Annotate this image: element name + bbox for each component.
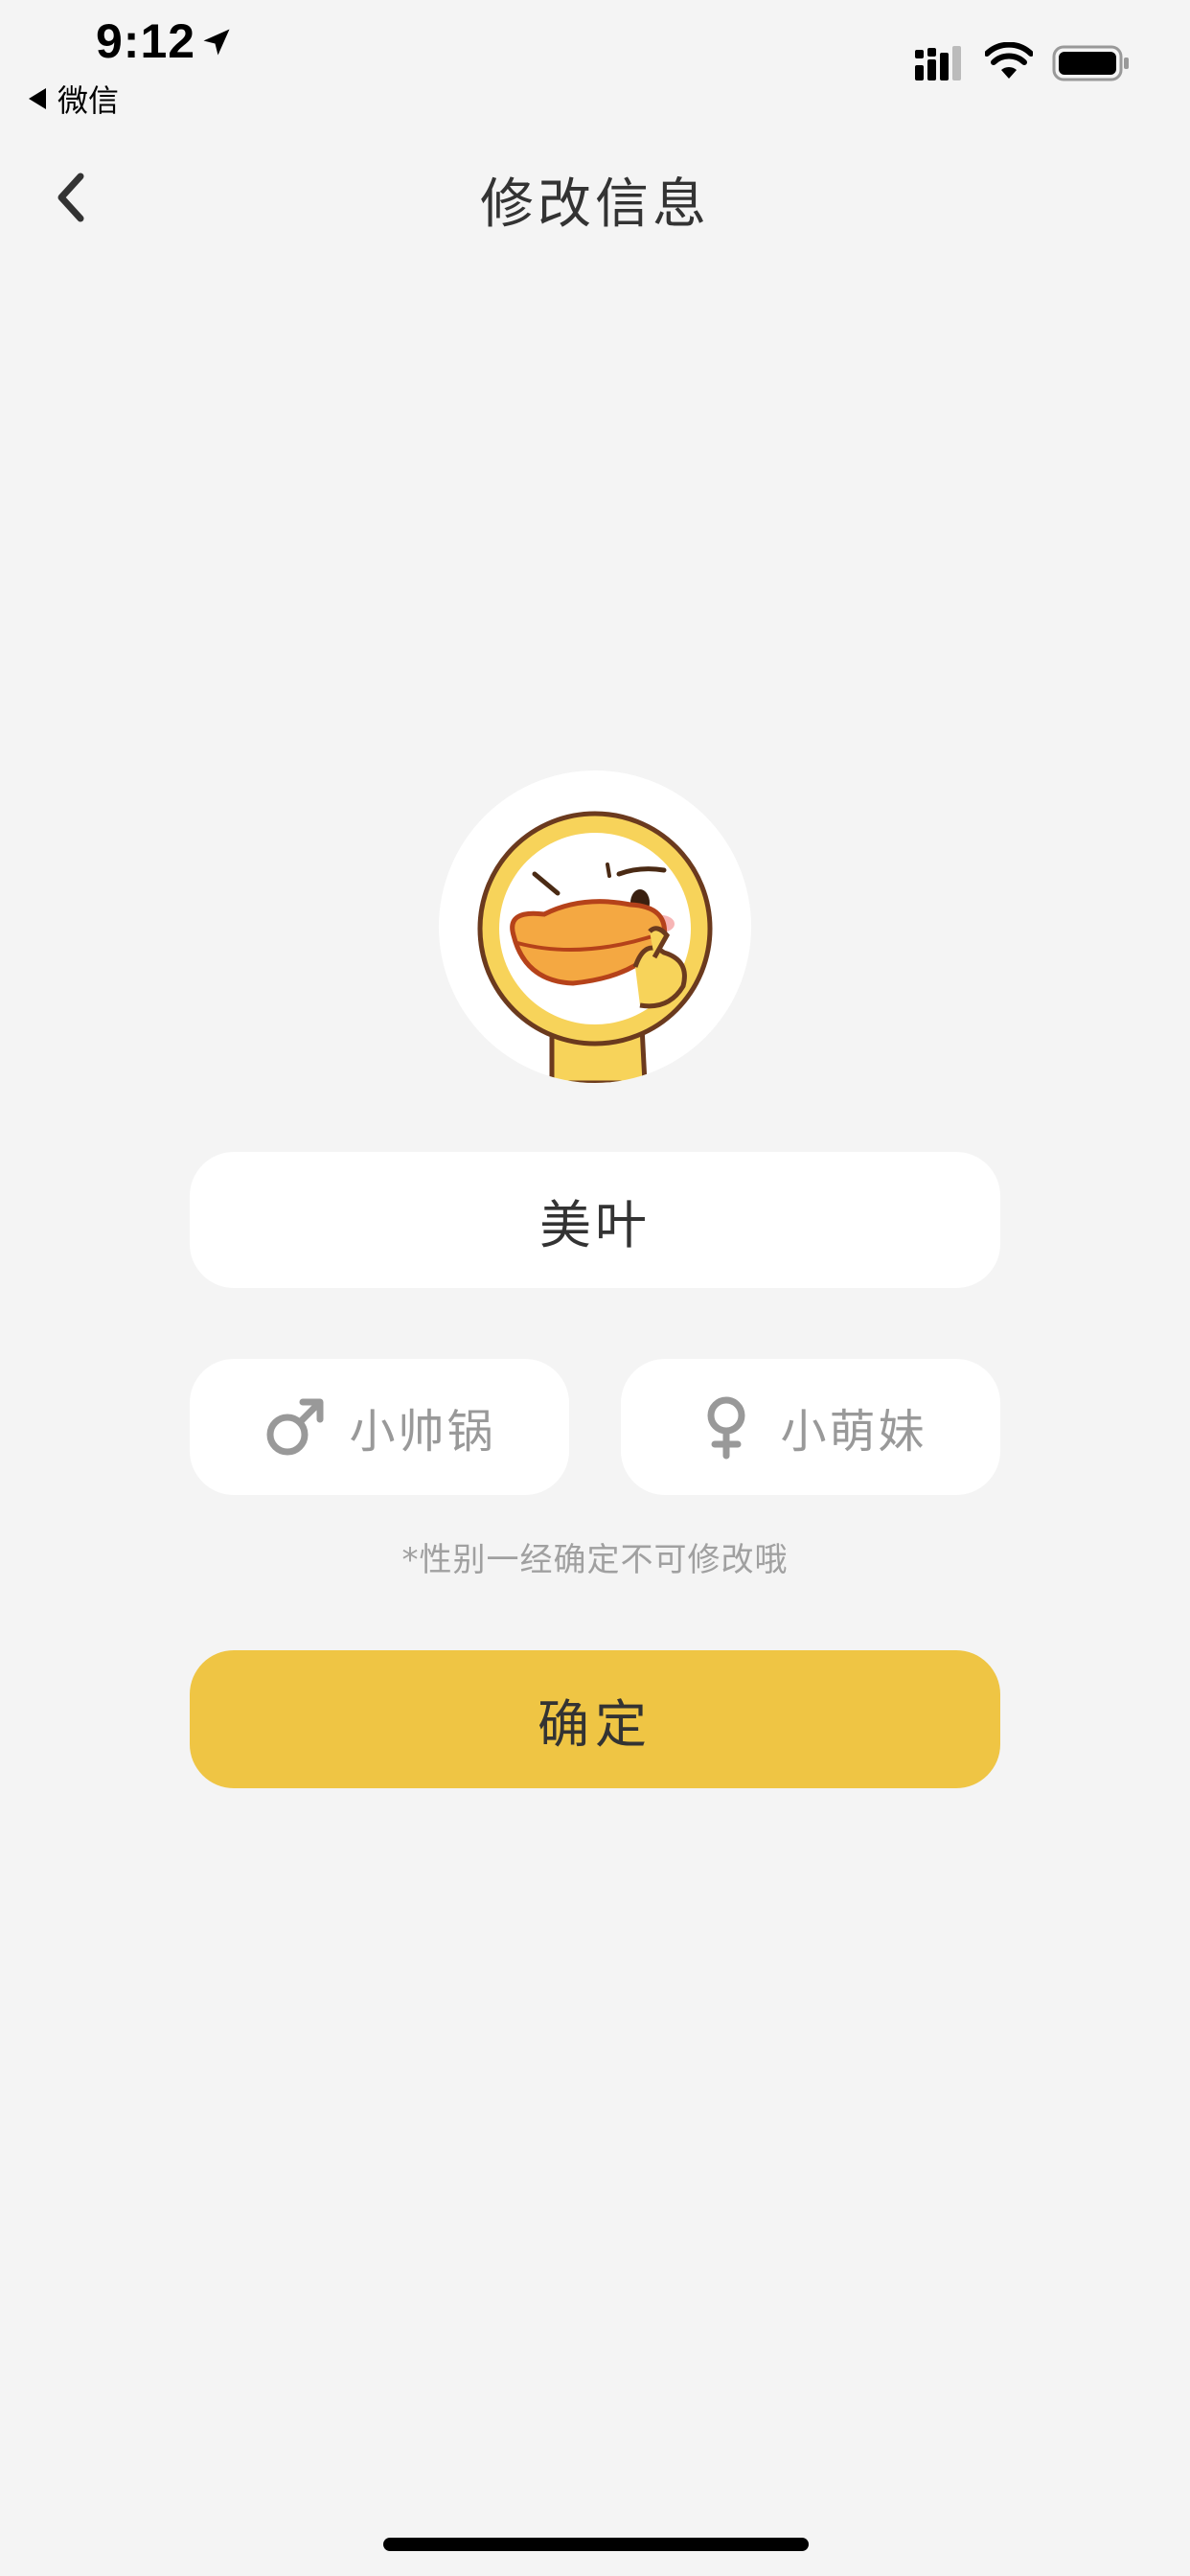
gender-note: *性别一经确定不可修改哦 <box>401 1541 789 1579</box>
gender-female-label: 小萌妹 <box>780 1405 927 1459</box>
gender-male-button[interactable]: 小帅锅 <box>190 1359 569 1495</box>
confirm-button[interactable]: 确定 <box>190 1650 1000 1788</box>
status-time: 9:12 <box>96 14 196 68</box>
back-app-label: 微信 <box>57 82 120 119</box>
duck-avatar-image <box>477 811 713 1083</box>
avatar[interactable] <box>439 770 751 1083</box>
location-arrow-icon <box>203 29 230 56</box>
gender-female-button[interactable]: 小萌妹 <box>621 1359 1000 1495</box>
back-to-app[interactable]: 微信 <box>29 77 119 121</box>
home-indicator <box>383 2538 809 2551</box>
edit-info-page: 9:12 微信 修改信息 美叶 小帅锅 小萌妹 *性别一经确定不可修改哦 确定 <box>0 0 1190 2576</box>
wifi-icon <box>985 42 1033 79</box>
back-triangle-icon <box>29 88 46 109</box>
cellular-signal-icon <box>915 46 961 80</box>
nickname-input[interactable] <box>190 1152 1000 1288</box>
battery-icon <box>1052 45 1129 81</box>
male-symbol-icon <box>266 1398 324 1456</box>
page-title: 修改信息 <box>480 173 710 236</box>
gender-male-label: 小帅锅 <box>349 1405 496 1459</box>
female-symbol-icon <box>707 1396 745 1460</box>
